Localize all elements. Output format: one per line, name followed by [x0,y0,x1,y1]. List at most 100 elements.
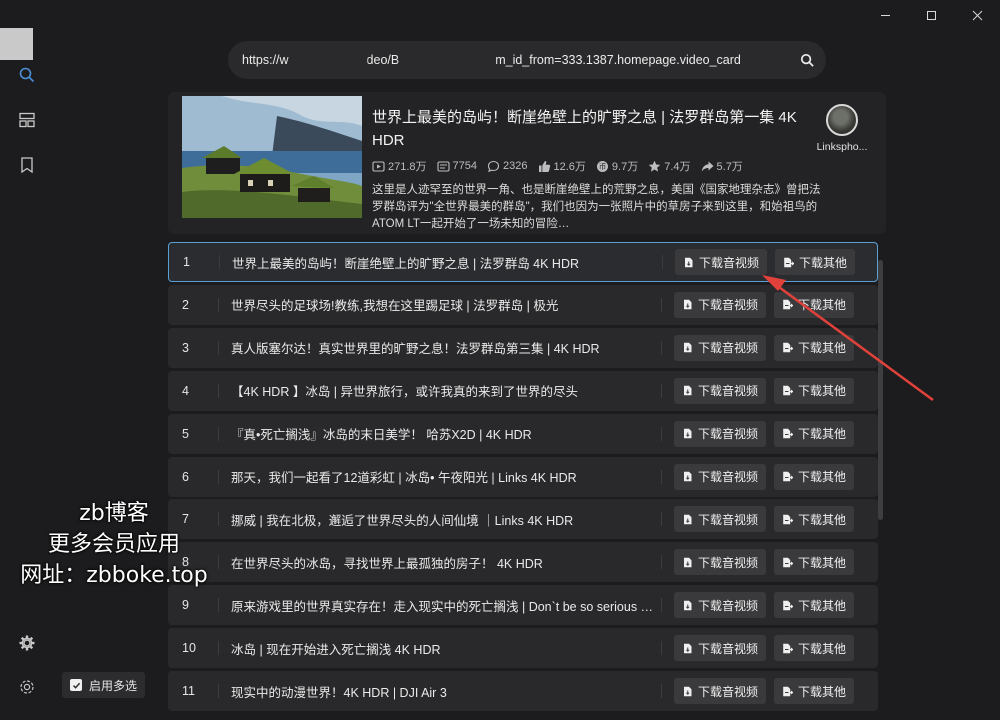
download-other-button[interactable]: 下载其他 [774,506,855,533]
settings-icon[interactable] [14,674,40,700]
table-row[interactable]: 8 在世界尽头的冰岛，寻找世界上最孤独的房子！ 4K HDR 下载音视频 下载其他 [168,542,878,583]
watermark-line-2: 更多会员应用 [47,532,180,557]
minimize-icon[interactable] [862,0,908,30]
divider [661,426,662,441]
download-av-button[interactable]: 下载音视频 [674,549,767,576]
table-row[interactable]: 7 挪威 | 我在北极，邂逅了世界尽头的人间仙境 ｜Links 4K HDR 下载音… [168,499,878,540]
table-row[interactable]: 9 原来游戏里的世界真实存在！走入现实中的死亡搁浅 | Don`t be so s… [168,585,878,626]
multi-select-label: 启用多选 [89,678,138,693]
row-title: 原来游戏里的世界真实存在！走入现实中的死亡搁浅 | Don`t be so se… [231,599,654,614]
maximize-icon[interactable] [908,0,954,30]
download-av-label: 下载音视频 [698,341,759,356]
url-part-1: https://w [242,52,289,67]
share-count: 5.7万 [716,161,743,173]
download-av-button[interactable]: 下载音视频 [674,463,767,490]
video-info-card: 世界上最美的岛屿！断崖绝壁上的旷野之息 | 法罗群岛第一集 4K HDR 271… [168,92,886,234]
download-av-label: 下载音视频 [698,384,759,399]
url-redacted [288,53,367,68]
file-export-icon [783,643,794,653]
download-av-button[interactable]: 下载音视频 [675,249,768,275]
download-other-label: 下载其他 [798,341,847,356]
download-av-button[interactable]: 下载音视频 [674,635,767,662]
download-other-button[interactable]: 下载其他 [774,334,855,361]
video-title: 世界上最美的岛屿！断崖绝壁上的旷野之息 | 法罗群岛第一集 4K HDR [372,109,797,149]
table-row[interactable]: 1 世界上最美的岛屿！断崖绝壁上的旷野之息 | 法罗群岛 4K HDR 下载音视频 下… [168,242,878,282]
download-other-button[interactable]: 下载其他 [774,377,855,404]
check-icon [72,682,80,689]
danmaku-icon [436,160,450,172]
url-part-2: deo/B [366,52,400,67]
scrollbar[interactable] [878,260,883,520]
download-other-label: 下载其他 [798,384,847,399]
row-title: 世界上最美的岛屿！断崖绝壁上的旷野之息 | 法罗群岛 4K HDR [232,256,580,271]
uploader[interactable]: Linkspho... [812,104,872,153]
search-icon[interactable] [14,62,40,88]
url-redacted [399,53,496,68]
download-other-button[interactable]: 下载其他 [774,291,855,318]
like-icon [538,160,550,172]
like-count: 12.6万 [553,161,586,173]
watermark-line-3: 网址：zbboke.top [20,563,208,588]
table-row[interactable]: 10 冰岛 | 现在开始进入死亡搁浅 4K HDR 下载音视频 下载其他 [168,628,878,669]
gear-icon[interactable] [14,630,40,656]
layout-icon[interactable] [14,107,40,133]
file-download-icon [684,428,692,439]
download-other-label: 下载其他 [798,598,847,613]
table-row[interactable]: 11 现实中的动漫世界！4K HDR | DJI Air 3 下载音视频 下载其他 [168,671,878,711]
checkbox[interactable] [70,679,82,691]
favorite-count: 7.4万 [664,161,691,173]
stat-coins: 币 9.7万 [596,158,638,174]
download-av-button[interactable]: 下载音视频 [674,291,767,318]
download-av-button[interactable]: 下载音视频 [674,592,767,619]
file-export-icon [783,600,794,610]
download-av-button[interactable]: 下载音视频 [674,678,767,704]
download-other-button[interactable]: 下载其他 [774,678,855,704]
download-av-label: 下载音视频 [699,255,760,270]
file-export-icon [783,471,794,482]
divider [218,598,219,613]
url-input[interactable]: https://w deo/B m_id_from=333.1387.homepag… [228,53,788,68]
download-other-button[interactable]: 下载其他 [774,592,855,619]
download-av-button[interactable]: 下载音视频 [674,334,767,361]
table-row[interactable]: 2 世界尽头的足球场!教练,我想在这里踢足球 | 法罗群岛 | 极光 下载音视频 下载… [168,284,878,325]
table-row[interactable]: 3 真人版塞尔达！真实世界里的旷野之息！法罗群岛第三集 | 4K HDR 下载音视频… [168,327,878,368]
table-row[interactable]: 4 【4K HDR 】冰岛 | 异世界旅行，或许我真的来到了世界的尽头 下载音视频 下… [168,370,878,411]
download-other-button[interactable]: 下载其他 [774,463,855,490]
divider [661,684,662,698]
row-title: 在世界尽头的冰岛，寻找世界上最孤独的房子！ 4K HDR [231,556,543,571]
download-other-label: 下载其他 [798,470,847,484]
divider [218,340,219,355]
divider [661,383,662,398]
comment-icon [487,160,500,172]
file-download-icon [684,471,692,482]
views-count: 271.8万 [388,161,427,173]
divider [661,469,662,484]
download-other-button[interactable]: 下载其他 [775,249,856,275]
file-export-icon [783,514,794,525]
table-row[interactable]: 6 那天，我们一起看了12道彩虹 | 冰岛• 午夜阳光 | Links 4K HD… [168,456,878,497]
download-av-button[interactable]: 下载音视频 [674,420,767,447]
coin-icon: 币 [596,160,608,172]
watermark: zb博客 更多会员应用 网址：zbboke.top [4,498,224,591]
download-av-label: 下载音视频 [698,684,759,699]
user-avatar[interactable] [0,28,33,60]
close-icon[interactable] [954,0,1000,30]
download-av-button[interactable]: 下载音视频 [674,377,767,404]
play-count-icon [372,160,385,172]
url-part-3: m_id_from=333.1387.homepage.video_card [495,52,741,67]
file-export-icon [784,257,795,267]
download-other-button[interactable]: 下载其他 [774,635,855,662]
download-av-button[interactable]: 下载音视频 [674,506,767,533]
multi-select-toggle[interactable]: 启用多选 [62,672,146,698]
row-title: 【4K HDR 】冰岛 | 异世界旅行，或许我真的来到了世界的尽头 [231,385,579,400]
download-other-button[interactable]: 下载其他 [774,549,855,576]
uploader-avatar[interactable] [826,104,858,136]
download-other-button[interactable]: 下载其他 [774,420,855,447]
video-thumbnail[interactable] [182,96,362,218]
file-export-icon [783,343,794,353]
download-other-label: 下载其他 [799,255,848,270]
divider [219,255,220,269]
search-button[interactable] [788,41,826,79]
bookmark-icon[interactable] [14,152,40,178]
table-row[interactable]: 5 『真•死亡搁浅』冰岛的末日美学！ 哈苏X2D | 4K HDR 下载音视频 下载其… [168,413,878,454]
